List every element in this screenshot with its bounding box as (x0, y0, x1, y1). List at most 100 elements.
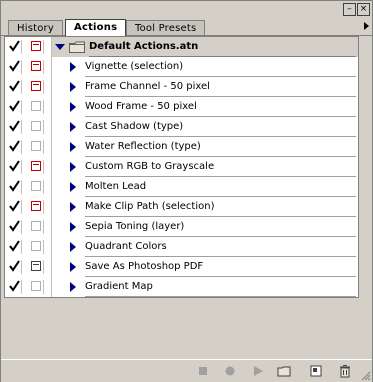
toggle-item-checkbox[interactable] (7, 260, 22, 274)
action-name: Quadrant Colors (85, 237, 356, 257)
toggle-dialog-checkbox[interactable] (29, 180, 44, 194)
toggle-item-checkbox[interactable] (7, 160, 22, 174)
panel-titlebar[interactable]: – × (1, 1, 372, 18)
checkmark-icon (9, 60, 20, 72)
toggle-item-checkbox[interactable] (7, 120, 22, 134)
action-row[interactable]: Vignette (selection) (5, 57, 358, 77)
toggle-dialog-checkbox[interactable] (29, 200, 44, 214)
toggle-dialog-checkbox[interactable] (29, 40, 44, 54)
action-name: Cast Shadow (type) (85, 117, 356, 137)
action-name: Wood Frame - 50 pixel (85, 97, 356, 117)
trash-icon[interactable] (338, 364, 352, 378)
action-row[interactable]: Gradient Map (5, 277, 358, 297)
action-row[interactable]: Frame Channel - 50 pixel (5, 77, 358, 97)
toggle-dialog-checkbox[interactable] (29, 80, 44, 94)
expand-triangle-icon[interactable] (70, 162, 76, 172)
action-row[interactable]: Cast Shadow (type) (5, 117, 358, 137)
checkmark-icon (9, 120, 20, 132)
toggle-item-checkbox[interactable] (7, 60, 22, 74)
close-button[interactable]: × (357, 3, 370, 16)
action-row[interactable]: Water Reflection (type) (5, 137, 358, 157)
toggle-dialog-checkbox[interactable] (29, 100, 44, 114)
expand-triangle-icon[interactable] (70, 82, 76, 92)
expand-triangle-icon[interactable] (70, 262, 76, 272)
dialog-icon (31, 201, 41, 211)
toggle-dialog-checkbox[interactable] (29, 220, 44, 234)
play-icon[interactable] (251, 364, 265, 378)
action-name: Make Clip Path (selection) (85, 197, 356, 217)
actions-panel: – × History Actions Tool Presets Default… (0, 0, 373, 382)
expand-triangle-icon[interactable] (70, 222, 76, 232)
toggle-item-checkbox[interactable] (7, 200, 22, 214)
dialog-icon (31, 161, 41, 171)
toggle-dialog-checkbox[interactable] (29, 280, 44, 294)
expand-triangle-icon[interactable] (70, 282, 76, 292)
expand-triangle-icon[interactable] (70, 182, 76, 192)
toggle-dialog-checkbox[interactable] (29, 240, 44, 254)
expand-triangle-icon[interactable] (70, 62, 76, 72)
toggle-dialog-checkbox[interactable] (29, 140, 44, 154)
dialog-icon (31, 261, 41, 271)
action-name: Water Reflection (type) (85, 137, 356, 157)
dialog-icon (31, 121, 41, 131)
stop-icon[interactable] (196, 364, 210, 378)
action-name: Save As Photoshop PDF (85, 257, 356, 277)
toggle-item-checkbox[interactable] (7, 280, 22, 294)
dialog-icon (31, 101, 41, 111)
toggle-dialog-checkbox[interactable] (29, 160, 44, 174)
tab-bar: History Actions Tool Presets (1, 18, 372, 36)
expand-triangle-icon[interactable] (55, 44, 65, 50)
toggle-item-checkbox[interactable] (7, 180, 22, 194)
resize-grip-icon[interactable] (361, 371, 371, 381)
new-set-icon[interactable] (277, 364, 291, 378)
action-row[interactable]: Sepia Toning (layer) (5, 217, 358, 237)
dialog-icon (31, 141, 41, 151)
action-row[interactable]: Molten Lead (5, 177, 358, 197)
tab-actions[interactable]: Actions (65, 19, 127, 36)
toggle-item-checkbox[interactable] (7, 100, 22, 114)
action-set-row[interactable]: Default Actions.atn (5, 37, 358, 57)
toggle-item-checkbox[interactable] (7, 140, 22, 154)
action-row[interactable]: Wood Frame - 50 pixel (5, 97, 358, 117)
action-row[interactable]: Save As Photoshop PDF (5, 257, 358, 277)
tab-tool-presets[interactable]: Tool Presets (126, 20, 206, 35)
action-row[interactable]: Quadrant Colors (5, 237, 358, 257)
toggle-dialog-checkbox[interactable] (29, 260, 44, 274)
action-name: Custom RGB to Grayscale (85, 157, 356, 177)
action-row[interactable]: Make Clip Path (selection) (5, 197, 358, 217)
toggle-dialog-checkbox[interactable] (29, 120, 44, 134)
action-name: Frame Channel - 50 pixel (85, 77, 356, 97)
action-name: Vignette (selection) (85, 57, 356, 77)
action-row[interactable]: Custom RGB to Grayscale (5, 157, 358, 177)
expand-triangle-icon[interactable] (70, 242, 76, 252)
checkmark-icon (9, 40, 20, 52)
actions-list: Default Actions.atn Vignette (selection)… (4, 36, 359, 298)
toggle-item-checkbox[interactable] (7, 40, 22, 54)
new-action-icon[interactable] (309, 364, 323, 378)
expand-triangle-icon[interactable] (70, 202, 76, 212)
checkmark-icon (9, 180, 20, 192)
action-name: Gradient Map (85, 277, 356, 297)
expand-triangle-icon[interactable] (70, 102, 76, 112)
toggle-item-checkbox[interactable] (7, 220, 22, 234)
minimize-button[interactable]: – (343, 3, 356, 16)
dialog-icon (31, 61, 41, 71)
scrollbar-track[interactable] (359, 36, 371, 298)
checkmark-icon (9, 160, 20, 172)
action-name: Sepia Toning (layer) (85, 217, 356, 237)
panel-menu-arrow-icon[interactable] (364, 22, 369, 30)
toggle-item-checkbox[interactable] (7, 240, 22, 254)
checkmark-icon (9, 280, 20, 292)
action-toolbar (1, 359, 372, 382)
dialog-icon (31, 81, 41, 91)
checkmark-icon (9, 220, 20, 232)
toggle-dialog-checkbox[interactable] (29, 60, 44, 74)
expand-triangle-icon[interactable] (70, 122, 76, 132)
expand-triangle-icon[interactable] (70, 142, 76, 152)
toggle-item-checkbox[interactable] (7, 80, 22, 94)
tab-history[interactable]: History (8, 20, 63, 35)
checkmark-icon (9, 100, 20, 112)
record-icon[interactable] (223, 364, 237, 378)
dialog-icon (31, 41, 41, 51)
dialog-icon (31, 221, 41, 231)
